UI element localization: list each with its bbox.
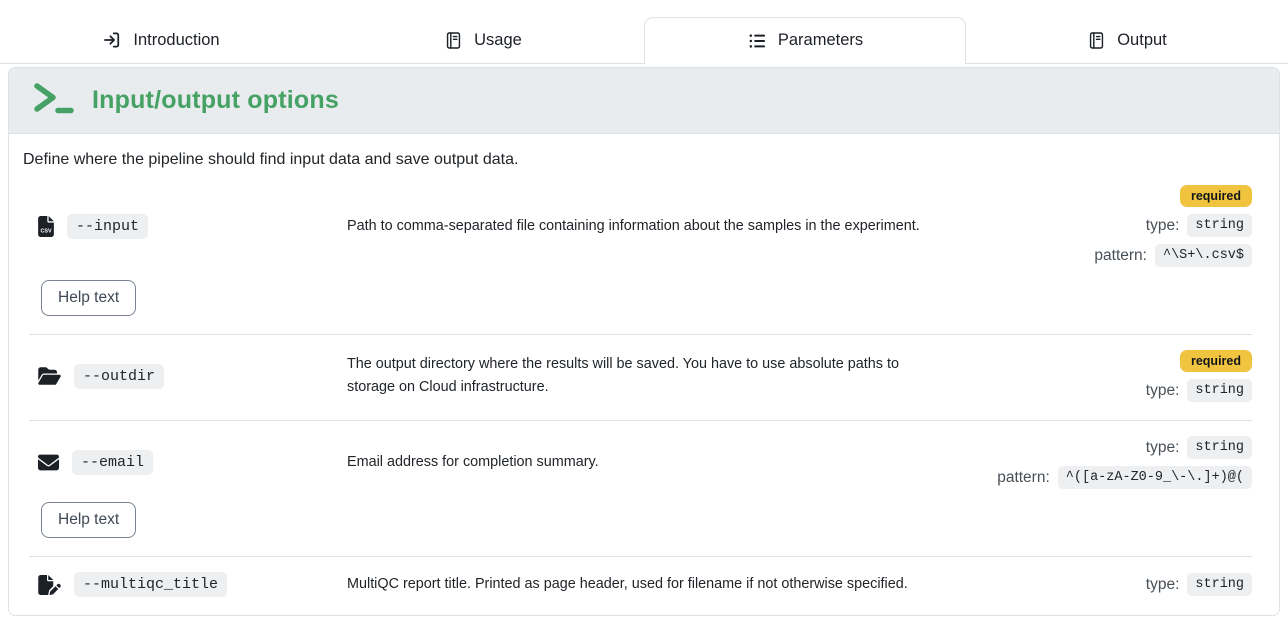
param-meta: required type: string pattern: ^\S+\.csv…: [945, 185, 1252, 267]
param-name: --multiqc_title: [74, 572, 227, 597]
type-label: type:: [1146, 382, 1180, 400]
param-id: --multiqc_title: [29, 572, 329, 597]
arrow-right-to-bracket-icon: [102, 30, 122, 50]
file-csv-icon: CSV: [38, 216, 54, 237]
param-description: Email address for completion summary.: [347, 451, 927, 474]
param-name: --input: [67, 214, 148, 239]
parameter-list: CSV --input Path to comma-separated file…: [9, 170, 1279, 615]
type-value: string: [1187, 214, 1252, 237]
type-label: type:: [1146, 576, 1180, 594]
pattern-label: pattern:: [997, 469, 1050, 487]
param-meta: type: string: [945, 573, 1252, 596]
list-icon: [747, 31, 767, 51]
tab-label: Introduction: [133, 31, 219, 50]
tab-bar: Introduction Usage: [0, 0, 1288, 64]
pattern-value: ^\S+\.csv$: [1155, 244, 1252, 267]
required-badge: required: [1180, 185, 1252, 207]
param-name: --outdir: [74, 364, 164, 389]
param-id: --email: [29, 450, 329, 475]
book-icon: [1087, 31, 1106, 50]
type-value: string: [1187, 573, 1252, 596]
param-row-input: CSV --input Path to comma-separated file…: [29, 170, 1252, 335]
help-text-button[interactable]: Help text: [41, 502, 136, 538]
type-label: type:: [1146, 217, 1180, 235]
param-row-outdir: --outdir The output directory where the …: [29, 335, 1252, 421]
param-id: CSV --input: [29, 214, 329, 239]
param-meta: type: string pattern: ^([a-zA-Z0-9_\-\.]…: [945, 436, 1252, 489]
type-value: string: [1187, 379, 1252, 402]
param-row-email: --email Email address for completion sum…: [29, 421, 1252, 557]
type-label: type:: [1146, 439, 1180, 457]
tab-label: Parameters: [778, 31, 863, 50]
param-meta: required type: string: [945, 350, 1252, 402]
param-description: MultiQC report title. Printed as page he…: [347, 573, 927, 596]
tab-label: Usage: [474, 31, 522, 50]
svg-text:CSV: CSV: [40, 228, 52, 234]
tab-label: Output: [1117, 31, 1167, 50]
terminal-icon: [31, 81, 75, 120]
param-description: Path to comma-separated file containing …: [347, 215, 927, 238]
tab-usage[interactable]: Usage: [322, 17, 644, 63]
folder-open-icon: [38, 366, 61, 386]
param-id: --outdir: [29, 364, 329, 389]
help-text-button[interactable]: Help text: [41, 280, 136, 316]
pattern-value: ^([a-zA-Z0-9_\-\.]+)@(: [1058, 466, 1252, 489]
type-value: string: [1187, 436, 1252, 459]
section-description: Define where the pipeline should find in…: [9, 134, 1279, 170]
tab-introduction[interactable]: Introduction: [0, 17, 322, 63]
required-badge: required: [1180, 350, 1252, 372]
tab-parameters[interactable]: Parameters: [644, 17, 966, 64]
tab-output[interactable]: Output: [966, 17, 1288, 63]
param-name: --email: [72, 450, 153, 475]
page: Introduction Usage: [0, 0, 1288, 635]
book-icon: [444, 31, 463, 50]
pattern-label: pattern:: [1094, 247, 1147, 265]
file-pen-icon: [38, 575, 61, 595]
section-header: Input/output options: [9, 68, 1279, 134]
parameters-card: Input/output options Define where the pi…: [8, 67, 1280, 616]
param-row-multiqc-title: --multiqc_title MultiQC report title. Pr…: [29, 557, 1252, 615]
envelope-icon: [38, 452, 59, 473]
param-description: The output directory where the results w…: [347, 353, 927, 399]
section-title: Input/output options: [92, 86, 339, 115]
